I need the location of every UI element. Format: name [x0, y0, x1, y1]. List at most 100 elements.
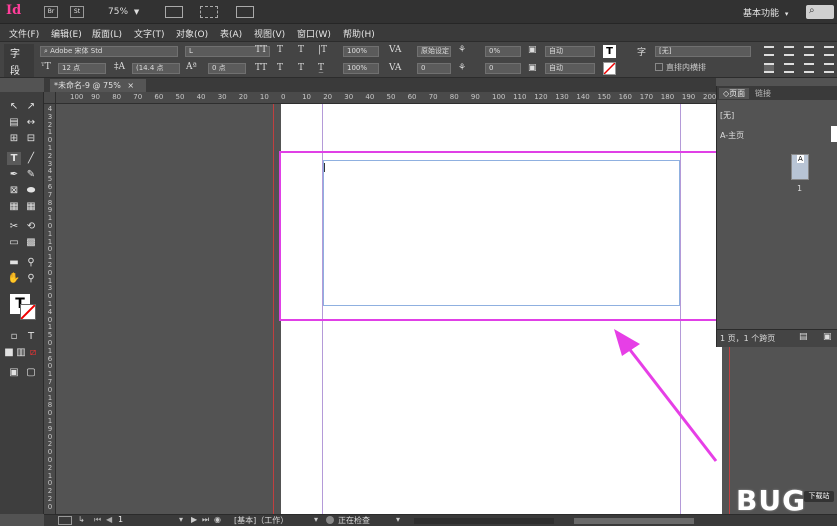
menu-help[interactable]: 帮助(H)	[343, 27, 375, 40]
view-mode-icon[interactable]	[58, 516, 72, 525]
pencil-tool-icon[interactable]: ✎	[24, 168, 38, 181]
selection-tool-icon[interactable]: ↖	[7, 100, 21, 113]
align-left-icon[interactable]	[764, 46, 774, 56]
stroke-none-icon[interactable]	[603, 62, 616, 75]
chevron-down-icon[interactable]: ▾	[314, 515, 318, 524]
subscript-button[interactable]: T	[277, 63, 283, 73]
align-right-icon[interactable]	[804, 46, 814, 56]
workspace-switcher[interactable]: 基本功能 ▾	[743, 6, 788, 19]
gradient-feather-tool-icon[interactable]: ▩	[24, 236, 38, 249]
gradient-swatch-tool-icon[interactable]: ▭	[7, 236, 21, 249]
rectangle-frame-tool-icon[interactable]: ⊠	[7, 184, 21, 197]
open-in-icon[interactable]: ↳	[78, 515, 85, 524]
scissors-tool-icon[interactable]: ✂	[7, 220, 21, 233]
strikethrough-button[interactable]: T	[298, 63, 304, 73]
none-master[interactable]: [无]	[720, 110, 734, 121]
ellipse-tool-icon[interactable]: ⬬	[24, 184, 38, 197]
a-master[interactable]: A-主页	[720, 130, 744, 141]
eyedropper-tool-icon[interactable]: ⚲	[24, 256, 38, 269]
type-tool-icon[interactable]: T	[7, 152, 21, 165]
ruler-origin[interactable]	[44, 92, 56, 104]
align-justify-icon[interactable]	[824, 46, 834, 56]
pen-tool-icon[interactable]: ✒	[7, 168, 21, 181]
horizontal-scale-field[interactable]: 100%	[343, 63, 379, 74]
superscript-button[interactable]: T	[277, 45, 283, 55]
tate-chu-yoko-checkbox[interactable]	[655, 63, 663, 71]
justify-left-icon[interactable]	[764, 63, 774, 73]
character-mode-button[interactable]: 字	[10, 45, 20, 60]
aki-field[interactable]: 0	[485, 63, 521, 74]
menu-view[interactable]: 视图(V)	[254, 27, 285, 40]
menu-window[interactable]: 窗口(W)	[297, 27, 331, 40]
hand-tool-icon[interactable]: ✋	[7, 272, 21, 285]
apply-none-icon[interactable]: ⧄	[28, 346, 38, 359]
first-page-icon[interactable]: ⏮	[94, 515, 101, 525]
zoom-tool-icon[interactable]: ⚲	[24, 272, 38, 285]
aki-after-select[interactable]: 自动	[545, 63, 595, 74]
zoom-dropdown[interactable]: 75% ▼	[108, 7, 139, 17]
free-transform-tool-icon[interactable]: ⟲	[24, 220, 38, 233]
master-status[interactable]: [基本]（工作）	[234, 515, 288, 526]
view-options-icon[interactable]	[200, 6, 218, 18]
tab-links[interactable]: 链接	[755, 88, 771, 99]
master-thumbnail[interactable]	[831, 126, 837, 142]
menu-file[interactable]: 文件(F)	[9, 27, 39, 40]
screen-mode-icon[interactable]	[165, 6, 183, 18]
arrange-documents-icon[interactable]	[236, 6, 254, 18]
justify-right-icon[interactable]	[804, 63, 814, 73]
chevron-down-icon[interactable]: ▾	[396, 515, 400, 524]
bridge-button[interactable]: Br	[44, 6, 58, 18]
grid-tool-icon[interactable]: ▦	[24, 200, 38, 213]
aki-before-select[interactable]: 自动	[545, 46, 595, 57]
kerning-select[interactable]: 原始设定	[417, 46, 451, 57]
underline-button[interactable]: T	[298, 45, 304, 55]
horizontal-ruler[interactable]: 100 90 80 70 60 50 40 30 20 10 0 10 20 30 40 50 60 70 80 90…	[56, 92, 716, 104]
stroke-swatch[interactable]	[20, 304, 36, 320]
baseline-shift-field[interactable]: 0 点	[208, 63, 246, 74]
vertical-scale-field[interactable]: 100%	[343, 46, 379, 57]
vertical-ruler[interactable]: 4321012345678910110120130140150160170180…	[44, 104, 56, 514]
leading-field[interactable]: (14.4 点	[132, 63, 180, 74]
close-icon[interactable]: ×	[127, 81, 134, 90]
small-caps-button[interactable]: TT	[255, 63, 267, 73]
page-tool-icon[interactable]: ▤	[7, 116, 21, 129]
normal-mode-icon[interactable]: ▣	[7, 366, 21, 379]
content-placer-icon[interactable]: ⊟	[24, 132, 38, 145]
stock-button[interactable]: St	[70, 6, 84, 18]
menu-layout[interactable]: 版面(L)	[92, 27, 122, 40]
preview-mode-icon[interactable]: ▢	[24, 366, 38, 379]
tracking-field[interactable]: 0	[417, 63, 451, 74]
gap-tool-icon[interactable]: ↔	[24, 116, 38, 129]
last-page-icon[interactable]: ⏭	[202, 515, 209, 525]
scrollbar-thumb[interactable]	[574, 518, 694, 524]
table-tool-icon[interactable]: ▦	[7, 200, 21, 213]
character-style-select[interactable]: [无]	[655, 46, 751, 57]
justify-all-icon[interactable]	[824, 63, 834, 73]
apply-gradient-icon[interactable]: ▥	[16, 346, 26, 359]
horizontal-scrollbar[interactable]	[414, 518, 554, 524]
menu-type[interactable]: 文字(T)	[134, 27, 165, 40]
preflight-status[interactable]: 正在检查	[338, 515, 370, 526]
prev-page-icon[interactable]: ◀	[106, 515, 112, 524]
line-tool-icon[interactable]: ╱	[24, 152, 38, 165]
page-dropdown-icon[interactable]: ▾	[179, 515, 183, 524]
next-page-icon[interactable]: ▶	[191, 515, 197, 524]
edit-page-size-icon[interactable]: ▤	[799, 332, 808, 342]
page-thumbnail[interactable]: A	[791, 154, 809, 180]
note-tool-icon[interactable]: ▬	[7, 256, 21, 269]
align-center-icon[interactable]	[784, 46, 794, 56]
document-tab[interactable]: *未命名-9 @ 75% ×	[50, 79, 146, 92]
new-page-icon[interactable]: ▣	[823, 332, 832, 342]
all-caps-button[interactable]: TT	[255, 45, 267, 55]
font-size-field[interactable]: 12 点	[58, 63, 106, 74]
paragraph-mode-button[interactable]: 段	[10, 62, 20, 77]
apply-color-icon[interactable]: ■	[4, 346, 14, 359]
direct-selection-tool-icon[interactable]: ↗	[24, 100, 38, 113]
menu-table[interactable]: 表(A)	[220, 27, 242, 40]
search-field[interactable]: ⌕	[806, 5, 834, 19]
formatting-container-icon[interactable]: ▫	[7, 330, 21, 343]
page-number-field[interactable]: 1	[118, 515, 123, 524]
content-collector-icon[interactable]: ⊞	[7, 132, 21, 145]
menu-edit[interactable]: 编辑(E)	[51, 27, 82, 40]
tsume-field[interactable]: 0%	[485, 46, 521, 57]
